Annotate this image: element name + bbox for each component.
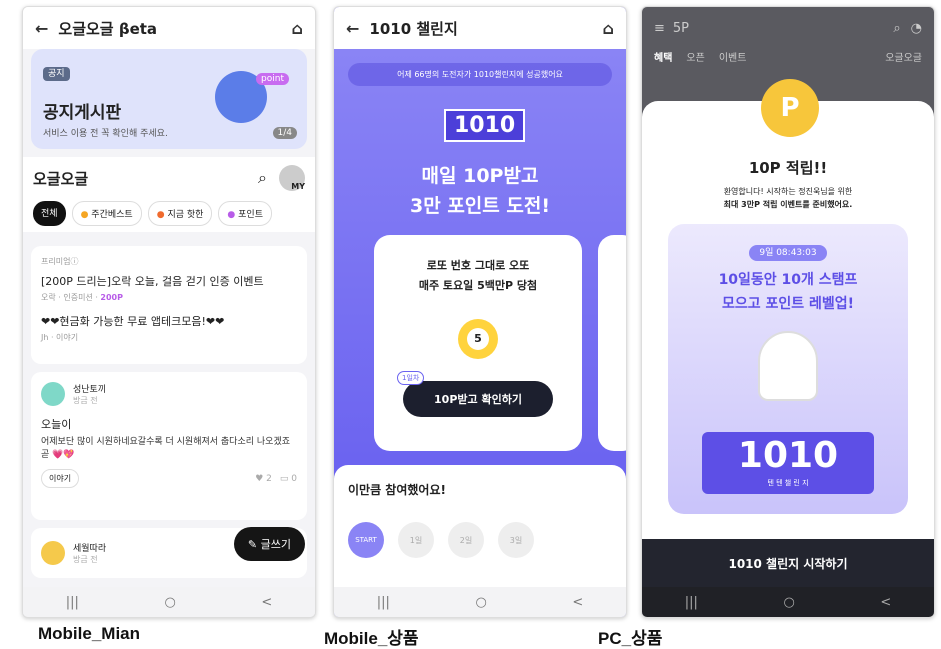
caption-mobile-product: Mobile_상품 (324, 629, 419, 648)
comment-count[interactable]: ▭ 0 (280, 474, 297, 484)
post-body: 어제보단 많이 시원하네요갈수록 더 시원해져서 춥다소리 나오겠죠 곧 💗💖 (41, 437, 291, 460)
write-button[interactable]: ✎ 글쓰기 (233, 527, 305, 561)
point-coin-icon: P (761, 79, 819, 137)
system-nav-bar: ||| ○ < (642, 587, 934, 617)
section-title: 오글오글 (33, 169, 89, 188)
chip-all[interactable]: 전체 (33, 201, 66, 226)
card-line-1: 로또 번호 그대로 오또 (426, 259, 530, 272)
next-card[interactable] (598, 235, 626, 451)
premium-title: [200P 드리는]오락 오늘, 걸음 걷기 인증 이벤트 (41, 275, 264, 288)
start-challenge-button[interactable]: 1010 챌린지 시작하기 (642, 539, 934, 587)
post-author: 세월따라 (73, 544, 107, 554)
promo-line-2: 모으고 포인트 레벨업! (721, 296, 855, 312)
stamp-day-1: 1일 (398, 522, 434, 558)
post-time: 방금 전 (73, 555, 98, 564)
claim-button[interactable]: 10P받고 확인하기 (403, 381, 553, 417)
tab-event[interactable]: 이벤트 (719, 49, 747, 64)
pencil-icon: ✎ (247, 538, 258, 551)
recent-apps-icon[interactable]: ||| (377, 595, 390, 610)
notice-sub: 서비스 이용 전 꼭 확인해 주세요. (43, 129, 168, 139)
challenge-logo: 1010 텐 텐 챌 린 지 (702, 432, 874, 494)
modal-line-2: 최대 3만P 적립 이벤트를 준비했어요. (723, 200, 853, 209)
modal-title: 10P 적립!! (748, 159, 828, 177)
notice-counter: 1/4 (272, 127, 297, 139)
tab-benefit[interactable]: 혜택 (654, 49, 672, 64)
search-icon[interactable]: ⌕ (258, 168, 267, 188)
day-badge: 1일차 (397, 371, 425, 385)
headline-2: 3만 포인트 도전! (410, 195, 550, 217)
home-circle-icon[interactable]: ○ (164, 595, 175, 610)
caption-mobile-main: Mobile_Mian (38, 624, 141, 643)
tab-open[interactable]: 오픈 (686, 49, 704, 64)
promo-card: 9일 08:43:03 10일동안 10개 스탬프 모으고 포인트 레벨업! 1… (668, 224, 908, 514)
home-circle-icon[interactable]: ○ (783, 595, 794, 610)
lotto-ball-icon: 5 (458, 319, 498, 359)
phone-main: ← 오글오글 βeta ⌂ 공지 공지게시판 서비스 이용 전 꼭 확인해 주세… (22, 6, 316, 618)
recent-apps-icon[interactable]: ||| (685, 595, 698, 610)
system-nav-bar: ||| ○ < (334, 587, 626, 617)
post-author: 성난토끼 (73, 385, 107, 395)
search-icon[interactable]: ⌕ (893, 21, 900, 36)
chip-hot[interactable]: ● 지금 핫한 (147, 201, 213, 226)
recent-apps-icon[interactable]: ||| (66, 595, 79, 610)
success-banner: 어제 66명의 도전자가 1010챌린지에 성공했어요 (348, 63, 612, 86)
premium-card[interactable]: 프리미엄ⓘ [200P 드리는]오락 오늘, 걸음 걷기 인증 이벤트 오락 ·… (31, 246, 307, 364)
avatar (41, 541, 65, 565)
back-icon[interactable]: < (880, 595, 891, 610)
back-icon[interactable]: < (572, 595, 583, 610)
headline-1: 매일 10P받고 (421, 165, 539, 187)
brand-label: 오글오글 (885, 53, 922, 64)
post-card[interactable]: 성난토끼 방금 전 오늘이 어제보단 많이 시원하네요갈수록 더 시원해져서 춥다… (31, 372, 307, 520)
menu-icon[interactable]: ≡ (654, 21, 665, 36)
back-arrow-icon[interactable]: ← (35, 19, 48, 38)
card-line-2: 매주 토요일 5백만P 당첨 (418, 279, 538, 292)
stamp-day-3: 3일 (498, 522, 534, 558)
back-arrow-icon[interactable]: ← (346, 19, 359, 38)
modal-line-1: 환영합니다! 시작하는 정진욱님을 위한 (723, 187, 853, 196)
notice-banner[interactable]: 공지 공지게시판 서비스 이용 전 꼭 확인해 주세요. point 1/4 (31, 49, 307, 149)
like-count[interactable]: ♥ 2 (255, 474, 272, 484)
stamp-start: START (348, 522, 384, 558)
home-circle-icon[interactable]: ○ (475, 595, 486, 610)
stamp-day-2: 2일 (448, 522, 484, 558)
back-icon[interactable]: < (261, 595, 272, 610)
post-time: 방금 전 (73, 396, 98, 405)
challenge-logo: 1010 (444, 109, 526, 142)
chip-points[interactable]: ● 포인트 (218, 201, 272, 226)
phone-pc-product: ≡ 5P ⌕ ◔ 혜택 오픈 이벤트 오글오글 P 10P 적립!! 환영합니다… (641, 6, 935, 618)
notice-badge: 공지 (43, 67, 70, 81)
mascot-icon (758, 331, 818, 401)
lotto-card[interactable]: 로또 번호 그대로 오또 매주 토요일 5백만P 당첨 5 1일차 10P받고 … (374, 235, 582, 451)
app-header: ← 오글오글 βeta ⌂ (23, 7, 315, 49)
premium-meta-2: Jh · 이야기 (41, 333, 79, 342)
avatar (41, 382, 65, 406)
app-title: 1010 챌린지 (369, 19, 458, 38)
premium-label: 프리미엄ⓘ (41, 257, 79, 266)
post-title: 오늘이 (41, 418, 72, 431)
app-title: 오글오글 βeta (58, 19, 158, 38)
app-header: ← 1010 챌린지 ⌂ (334, 7, 626, 49)
timer-badge: 9일 08:43:03 (749, 245, 827, 261)
promo-line-1: 10일동안 10개 스탬프 (718, 272, 858, 288)
home-icon[interactable]: ⌂ (603, 19, 614, 38)
point-status: 5P (672, 20, 690, 36)
system-nav-bar: ||| ○ < (23, 587, 315, 617)
bell-icon[interactable]: ◔ (911, 21, 922, 36)
phone-product: ← 1010 챌린지 ⌂ 어제 66명의 도전자가 1010챌린지에 성공했어요… (333, 6, 627, 618)
home-icon[interactable]: ⌂ (292, 19, 303, 38)
premium-title-2: ❤❤현금화 가능한 무료 앱테크모음!❤❤ (41, 315, 225, 328)
post-tag[interactable]: 이야기 (41, 469, 80, 489)
chip-weekly-best[interactable]: ● 주간베스트 (71, 201, 142, 226)
points-badge: 200P (100, 293, 123, 302)
reward-modal: P 10P 적립!! 환영합니다! 시작하는 정진욱님을 위한 최대 3만P 적… (642, 79, 934, 617)
participation-title: 이만큼 참여했어요! (348, 483, 446, 497)
caption-pc-product: PC_상품 (598, 629, 663, 648)
point-tag: point (256, 73, 289, 85)
my-avatar[interactable]: MY (279, 165, 305, 191)
